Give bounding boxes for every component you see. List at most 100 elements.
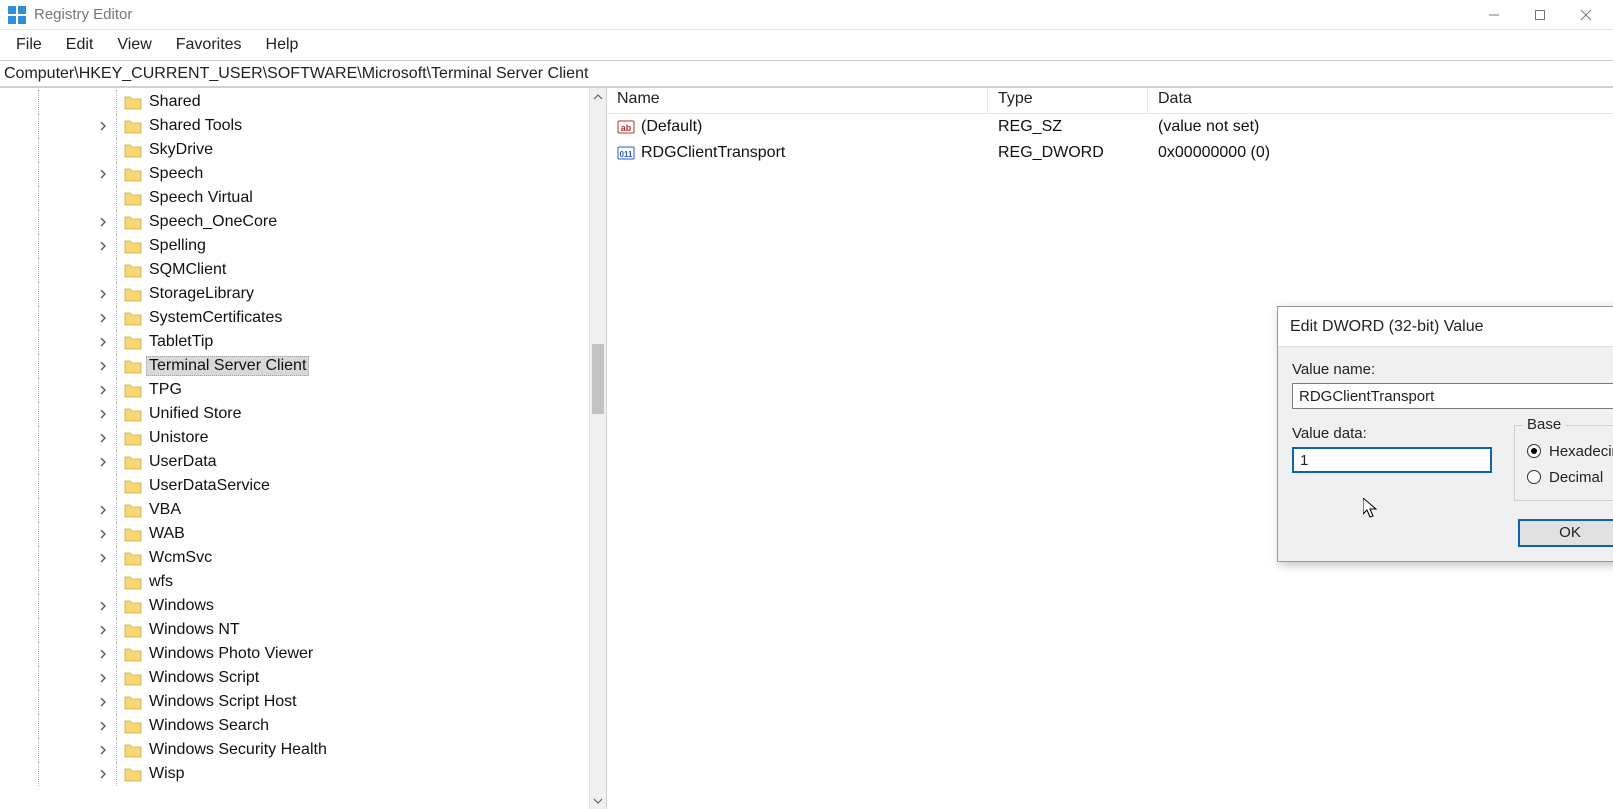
tree-item-label: SystemCertificates <box>146 308 285 328</box>
tree-item-label: TPG <box>146 380 185 400</box>
radio-icon <box>1527 444 1541 458</box>
chevron-right-icon[interactable] <box>96 119 110 133</box>
tree-item[interactable]: Windows NT <box>0 618 606 642</box>
radio-hexadecimal[interactable]: Hexadecimal <box>1527 438 1613 464</box>
tree-item[interactable]: TabletTip <box>0 330 606 354</box>
scroll-down-icon[interactable] <box>590 792 606 809</box>
scroll-thumb[interactable] <box>592 344 604 414</box>
tree-scrollbar[interactable] <box>589 88 606 809</box>
tree-item-label: Windows Photo Viewer <box>146 644 316 664</box>
chevron-right-icon[interactable] <box>96 455 110 469</box>
chevron-right-icon[interactable] <box>96 671 110 685</box>
chevron-right-icon[interactable] <box>96 239 110 253</box>
tree-item[interactable]: TPG <box>0 378 606 402</box>
chevron-right-icon[interactable] <box>96 743 110 757</box>
folder-icon <box>124 743 142 758</box>
chevron-right-icon[interactable] <box>96 215 110 229</box>
tree-item[interactable]: Wisp <box>0 762 606 786</box>
column-header-type[interactable]: Type <box>988 88 1148 113</box>
chevron-right-icon[interactable] <box>96 719 110 733</box>
value-name-input[interactable] <box>1292 383 1613 409</box>
chevron-right-icon[interactable] <box>96 287 110 301</box>
column-header-data[interactable]: Data <box>1148 88 1613 113</box>
folder-icon <box>124 239 142 254</box>
value-data-input[interactable] <box>1292 447 1492 473</box>
value-name: (Default) <box>641 118 702 136</box>
tree-item[interactable]: Windows Search <box>0 714 606 738</box>
radio-decimal[interactable]: Decimal <box>1527 464 1613 490</box>
tree-item[interactable]: VBA <box>0 498 606 522</box>
dialog-title-bar[interactable]: Edit DWORD (32-bit) Value <box>1278 307 1613 347</box>
column-header-name[interactable]: Name <box>607 88 988 113</box>
tree-item[interactable]: Speech Virtual <box>0 186 606 210</box>
address-path: Computer\HKEY_CURRENT_USER\SOFTWARE\Micr… <box>4 65 588 83</box>
chevron-right-icon[interactable] <box>96 167 110 181</box>
value-name-label: Value name: <box>1292 361 1613 378</box>
list-row[interactable]: ab(Default)REG_SZ(value not set) <box>607 114 1613 140</box>
list-row[interactable]: 011RDGClientTransportREG_DWORD0x00000000… <box>607 140 1613 166</box>
scroll-up-icon[interactable] <box>590 88 606 105</box>
tree-item[interactable]: Speech_OneCore <box>0 210 606 234</box>
maximize-button[interactable] <box>1517 1 1563 29</box>
tree-item[interactable]: SystemCertificates <box>0 306 606 330</box>
chevron-right-icon[interactable] <box>96 767 110 781</box>
folder-icon <box>124 215 142 230</box>
tree-item[interactable]: StorageLibrary <box>0 282 606 306</box>
tree-item-label: Windows Search <box>146 716 272 736</box>
tree-item[interactable]: SkyDrive <box>0 138 606 162</box>
tree-item[interactable]: Spelling <box>0 234 606 258</box>
radio-label-dec: Decimal <box>1549 469 1603 486</box>
chevron-right-icon[interactable] <box>96 695 110 709</box>
menu-file[interactable]: File <box>4 33 54 57</box>
tree-item[interactable]: SQMClient <box>0 258 606 282</box>
tree-item[interactable]: UserDataService <box>0 474 606 498</box>
folder-icon <box>124 311 142 326</box>
tree-item-label: Windows Script Host <box>146 692 300 712</box>
tree-item[interactable]: WcmSvc <box>0 546 606 570</box>
tree-item[interactable]: Terminal Server Client <box>0 354 606 378</box>
chevron-right-icon[interactable] <box>96 551 110 565</box>
tree-item[interactable]: Windows Script Host <box>0 690 606 714</box>
menu-view[interactable]: View <box>105 33 163 57</box>
chevron-right-icon[interactable] <box>96 647 110 661</box>
chevron-right-icon[interactable] <box>96 311 110 325</box>
tree-item[interactable]: Shared Tools <box>0 114 606 138</box>
value-data: (value not set) <box>1148 118 1613 136</box>
tree-item[interactable]: Windows <box>0 594 606 618</box>
menu-favorites[interactable]: Favorites <box>164 33 254 57</box>
minimize-button[interactable] <box>1471 1 1517 29</box>
folder-icon <box>124 575 142 590</box>
tree-item-label: UserDataService <box>146 476 273 496</box>
close-button[interactable] <box>1563 1 1609 29</box>
chevron-right-icon[interactable] <box>96 335 110 349</box>
tree-item[interactable]: Shared <box>0 90 606 114</box>
address-bar[interactable]: Computer\HKEY_CURRENT_USER\SOFTWARE\Micr… <box>0 60 1613 87</box>
tree-item[interactable]: Windows Script <box>0 666 606 690</box>
chevron-right-icon[interactable] <box>96 503 110 517</box>
radio-icon <box>1527 470 1541 484</box>
ok-button[interactable]: OK <box>1518 519 1613 547</box>
tree-item-label: TabletTip <box>146 332 216 352</box>
menu-edit[interactable]: Edit <box>54 33 106 57</box>
tree-item[interactable]: Unified Store <box>0 402 606 426</box>
tree-item-label: Windows NT <box>146 620 243 640</box>
value-string-icon: ab <box>617 118 635 136</box>
chevron-right-icon[interactable] <box>96 599 110 613</box>
tree-item[interactable]: Windows Photo Viewer <box>0 642 606 666</box>
folder-icon <box>124 719 142 734</box>
folder-icon <box>124 551 142 566</box>
tree-item-label: Windows <box>146 596 217 616</box>
tree-item[interactable]: Unistore <box>0 426 606 450</box>
tree-item[interactable]: Windows Security Health <box>0 738 606 762</box>
menu-help[interactable]: Help <box>254 33 311 57</box>
tree-item[interactable]: Speech <box>0 162 606 186</box>
tree-item[interactable]: WAB <box>0 522 606 546</box>
chevron-right-icon[interactable] <box>96 383 110 397</box>
chevron-right-icon[interactable] <box>96 359 110 373</box>
chevron-right-icon[interactable] <box>96 623 110 637</box>
tree-item[interactable]: UserData <box>0 450 606 474</box>
chevron-right-icon[interactable] <box>96 431 110 445</box>
chevron-right-icon[interactable] <box>96 527 110 541</box>
tree-item[interactable]: wfs <box>0 570 606 594</box>
chevron-right-icon[interactable] <box>96 407 110 421</box>
